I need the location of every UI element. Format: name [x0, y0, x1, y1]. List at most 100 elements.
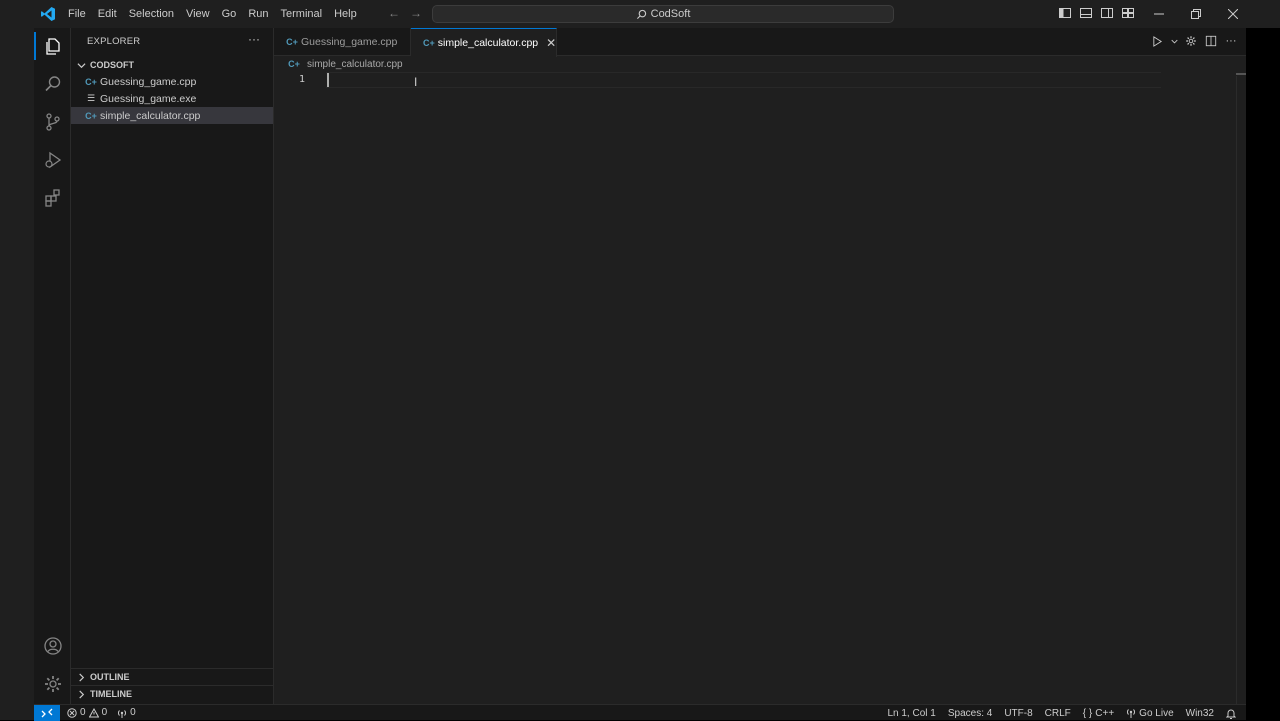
- chevron-down-icon: [75, 59, 87, 71]
- toggle-secondary-sidebar-icon[interactable]: [1100, 6, 1114, 20]
- tab-label: Guessing_game.cpp: [301, 36, 398, 48]
- screen-edge: [1246, 0, 1280, 720]
- file-item-guessing-game-exe[interactable]: ☰ Guessing_game.exe: [71, 90, 273, 107]
- menu-go[interactable]: Go: [216, 0, 243, 28]
- ports-indicator[interactable]: 0: [117, 707, 136, 718]
- go-live-button[interactable]: Go Live: [1126, 707, 1174, 719]
- menu-help[interactable]: Help: [328, 0, 363, 28]
- settings-gear-icon[interactable]: [1184, 34, 1198, 48]
- customize-layout-icon[interactable]: [1121, 6, 1135, 20]
- minimize-button[interactable]: [1140, 0, 1177, 28]
- remote-icon: [41, 708, 53, 717]
- scrollbar-indicator: [1236, 73, 1246, 75]
- file-name: simple_calculator.cpp: [100, 109, 201, 122]
- sidebar-title: EXPLORER: [87, 36, 141, 47]
- gear-icon: [44, 676, 61, 692]
- indentation[interactable]: Spaces: 4: [948, 708, 992, 719]
- more-actions-icon[interactable]: ···: [1224, 34, 1238, 48]
- file-item-simple-calculator-cpp[interactable]: C+ simple_calculator.cpp: [71, 107, 273, 124]
- back-arrow-icon[interactable]: ←: [387, 6, 401, 20]
- menu-view[interactable]: View: [180, 0, 216, 28]
- end-of-line[interactable]: CRLF: [1045, 708, 1071, 719]
- window-controls: [1140, 0, 1251, 28]
- split-editor-icon[interactable]: [1204, 34, 1218, 48]
- status-left: 0 0 0: [67, 707, 136, 718]
- minimize-icon: [1153, 13, 1164, 15]
- menu-edit[interactable]: Edit: [92, 0, 123, 28]
- outline-label: OUTLINE: [90, 672, 130, 682]
- activity-accounts[interactable]: [34, 628, 71, 664]
- extensions-icon: [44, 189, 60, 207]
- activity-run-debug[interactable]: [34, 142, 71, 178]
- outline-section[interactable]: OUTLINE: [71, 668, 273, 685]
- notifications-bell-icon[interactable]: [1226, 708, 1236, 719]
- timeline-label: TIMELINE: [90, 689, 132, 699]
- tab-simple-calculator-cpp[interactable]: C+ simple_calculator.cpp ✕: [411, 28, 557, 57]
- navigation-arrows: ← →: [387, 6, 423, 20]
- restore-button[interactable]: [1177, 0, 1214, 28]
- cpp-file-icon: C+: [85, 76, 97, 87]
- menu-file[interactable]: File: [62, 0, 92, 28]
- file-item-guessing-game-cpp[interactable]: C+ Guessing_game.cpp: [71, 73, 273, 90]
- restore-icon: [1190, 9, 1201, 19]
- ports-count: 0: [130, 707, 136, 718]
- folder-name: CODSOFT: [90, 60, 134, 70]
- toggle-panel-icon[interactable]: [1079, 6, 1093, 20]
- cpp-file-icon: C+: [286, 37, 298, 47]
- run-debug-icon: [44, 151, 61, 169]
- toggle-primary-sidebar-icon[interactable]: [1058, 6, 1072, 20]
- error-icon: [67, 707, 77, 718]
- command-center-search[interactable]: CodSoft: [432, 5, 894, 23]
- files-icon: [45, 38, 60, 55]
- menu-run[interactable]: Run: [242, 0, 274, 28]
- close-window-button[interactable]: [1214, 0, 1251, 28]
- vscode-logo-icon: [41, 7, 55, 21]
- editor-area: C+ Guessing_game.cpp C+ simple_calculato…: [274, 28, 1246, 704]
- activity-explorer[interactable]: [34, 28, 71, 64]
- breadcrumb-file[interactable]: simple_calculator.cpp: [307, 59, 403, 70]
- vertical-scrollbar[interactable]: [1236, 76, 1246, 704]
- language-mode[interactable]: { } C++: [1083, 708, 1114, 719]
- ibeam-cursor-icon: I: [414, 75, 418, 89]
- activity-search[interactable]: [34, 66, 71, 102]
- cpp-file-icon: C+: [423, 38, 435, 48]
- cpp-file-icon: C+: [288, 59, 300, 69]
- warning-count: 0: [101, 707, 108, 718]
- editor-tabs: C+ Guessing_game.cpp C+ simple_calculato…: [274, 28, 1246, 57]
- layout-controls: [1058, 6, 1135, 20]
- source-control-icon: [45, 113, 60, 131]
- cpp-file-icon: C+: [85, 110, 97, 121]
- run-icon[interactable]: [1150, 34, 1164, 48]
- close-icon: [1227, 9, 1238, 19]
- command-center-label: CodSoft: [650, 8, 691, 20]
- tab-guessing-game-cpp[interactable]: C+ Guessing_game.cpp: [274, 28, 411, 56]
- file-name: Guessing_game.cpp: [100, 75, 197, 88]
- status-bar: 0 0 0 Ln 1, Col 1 Spaces: 4 UTF-8 CRLF {…: [34, 704, 1246, 721]
- activity-manage[interactable]: [34, 666, 71, 702]
- encoding[interactable]: UTF-8: [1004, 708, 1032, 719]
- timeline-section[interactable]: TIMELINE: [71, 685, 273, 702]
- more-actions-icon[interactable]: ···: [248, 32, 260, 46]
- editor-actions: ···: [1150, 34, 1238, 48]
- platform-indicator[interactable]: Win32: [1186, 708, 1214, 719]
- status-right: Ln 1, Col 1 Spaces: 4 UTF-8 CRLF { } C++…: [887, 705, 1236, 721]
- cursor-position[interactable]: Ln 1, Col 1: [887, 708, 935, 719]
- activity-source-control[interactable]: [34, 104, 71, 140]
- problems-indicator[interactable]: 0 0: [67, 707, 107, 718]
- activity-extensions[interactable]: [34, 180, 71, 216]
- menu-bar: File Edit Selection View Go Run Terminal…: [62, 0, 363, 28]
- workspace-folder[interactable]: CODSOFT: [71, 57, 273, 73]
- menu-selection[interactable]: Selection: [123, 0, 180, 28]
- text-cursor: [327, 73, 329, 87]
- close-tab-icon[interactable]: ✕: [546, 36, 556, 50]
- forward-arrow-icon[interactable]: →: [409, 6, 423, 20]
- search-icon: [44, 76, 60, 92]
- explorer-sidebar: EXPLORER ··· CODSOFT C+ Guessing_game.cp…: [71, 28, 274, 704]
- current-line-highlight: [326, 72, 1161, 88]
- chevron-down-icon[interactable]: [1170, 34, 1178, 48]
- remote-indicator[interactable]: [34, 704, 60, 721]
- menu-terminal[interactable]: Terminal: [275, 0, 329, 28]
- broadcast-icon: [118, 709, 127, 718]
- go-live-label: Go Live: [1139, 707, 1174, 719]
- activity-bar: [34, 28, 71, 704]
